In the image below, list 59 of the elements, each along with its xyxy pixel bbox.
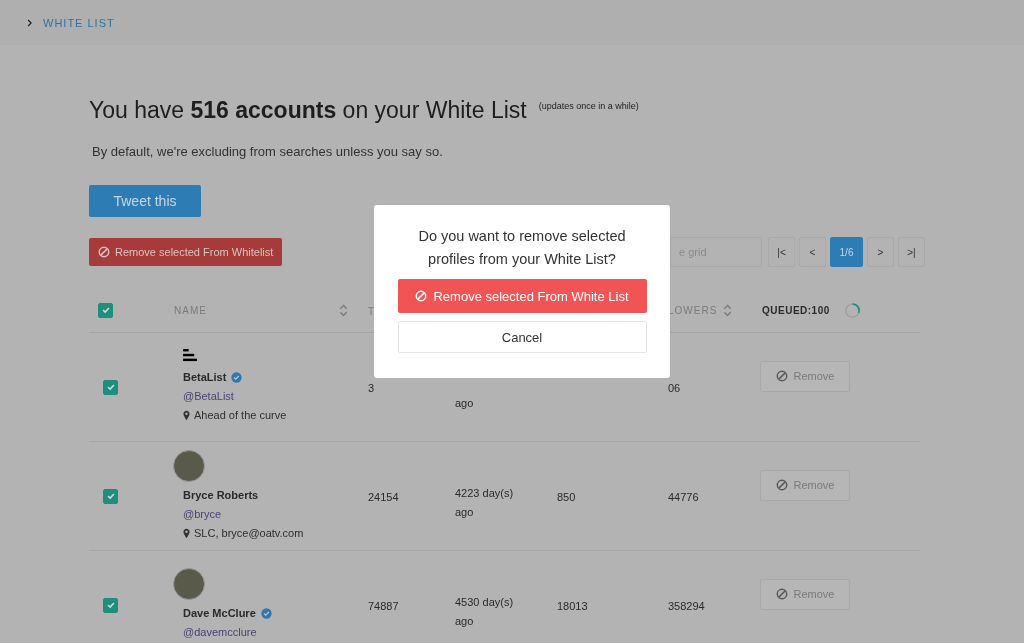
profile-handle[interactable]: @davemcclure xyxy=(183,623,368,642)
page-heading: You have 516 accounts on your White List xyxy=(89,97,527,124)
logo-icon xyxy=(183,349,198,362)
sort-icon[interactable] xyxy=(723,303,733,317)
remove-selected-button[interactable]: Remove selected From Whitelist xyxy=(89,238,283,266)
last-tweet-text: ago xyxy=(455,614,475,629)
profile-name: BetaList xyxy=(183,370,227,385)
chevron-icon xyxy=(27,18,33,27)
checkmark-icon xyxy=(105,600,116,610)
pager-button[interactable]: < xyxy=(799,237,826,267)
last-tweet-text: 4223 day(s) xyxy=(455,486,515,501)
dialog-message: Do you want to remove selected profiles from your White List? xyxy=(417,227,627,269)
pager-button[interactable]: |< xyxy=(768,237,795,267)
subtitle: By default, we're excluding from searches unless you say so. xyxy=(92,144,444,159)
ban-icon xyxy=(415,290,428,302)
tweets-count: 74887 xyxy=(368,600,399,612)
ban-icon xyxy=(98,246,110,258)
checkbox[interactable] xyxy=(103,488,118,504)
tweets-count: 24154 xyxy=(368,491,399,503)
column-header: NAME xyxy=(174,304,207,316)
profile-name: Bryce Roberts xyxy=(183,487,259,503)
avatar xyxy=(173,449,205,482)
ban-icon xyxy=(775,479,788,491)
avatar xyxy=(173,568,205,600)
profile-name: Dave McClure xyxy=(183,606,256,621)
checkbox[interactable] xyxy=(103,379,118,395)
checkmark-icon xyxy=(100,305,111,315)
pager-button[interactable]: >| xyxy=(898,237,925,267)
profile-location: SLC, bryce@oatv.com xyxy=(194,525,304,541)
followers-count: 44776 xyxy=(668,491,699,503)
sort-icon[interactable] xyxy=(339,303,348,317)
followers-count: 358294 xyxy=(668,600,705,612)
following-count: 18013 xyxy=(557,600,588,612)
tweet-button[interactable]: Tweet this xyxy=(89,185,201,217)
cancel-button[interactable]: Cancel xyxy=(397,321,647,353)
last-tweet-text: ago xyxy=(455,396,475,411)
last-tweet-text: 4530 day(s) xyxy=(455,595,515,610)
following-count: 850 xyxy=(557,491,576,503)
confirm-remove-button[interactable]: Remove selected From White List xyxy=(397,279,647,313)
profile-location: Ahead of the curve xyxy=(194,408,287,423)
checkbox[interactable] xyxy=(98,302,113,318)
last-tweet-text: ago xyxy=(455,505,475,520)
checkmark-icon xyxy=(105,382,116,392)
checkbox[interactable] xyxy=(103,597,118,613)
update-note: (updates once in a while) xyxy=(538,101,639,111)
ban-icon xyxy=(775,588,788,600)
pager-button[interactable]: 1/6 xyxy=(830,237,863,267)
profile-handle[interactable]: @bryce xyxy=(183,504,368,524)
ban-icon xyxy=(775,370,788,382)
pager-button[interactable]: > xyxy=(867,237,894,267)
breadcrumb-link[interactable]: WHITE LIST xyxy=(43,16,115,29)
profile-handle[interactable]: @BetaList xyxy=(183,387,368,406)
queued-count: QUEUED:100 xyxy=(762,304,830,316)
checkmark-icon xyxy=(105,491,116,501)
tweets-count: 3 xyxy=(368,382,375,394)
location-pin-icon xyxy=(183,527,190,539)
followers-count: 06 xyxy=(668,382,681,394)
location-pin-icon xyxy=(183,410,190,421)
spinner-icon xyxy=(843,301,861,319)
